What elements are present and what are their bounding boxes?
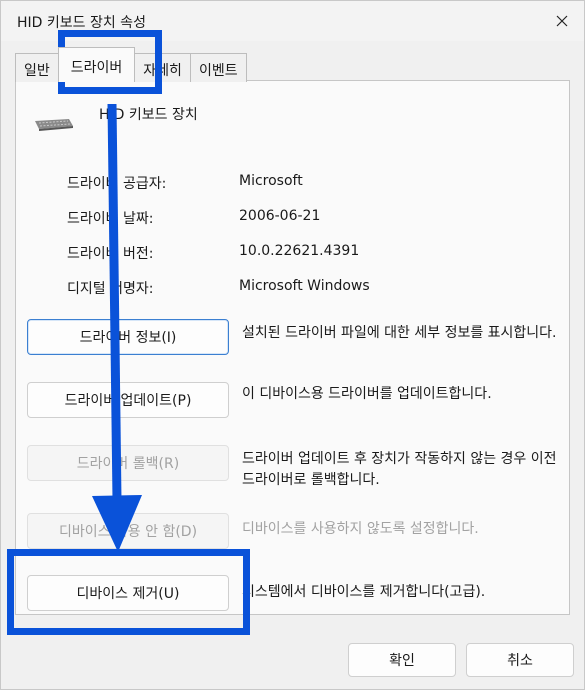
update-driver-desc: 이 디바이스용 드라이버를 업데이트합니다.	[242, 386, 492, 402]
window-title: HID 키보드 장치 속성	[17, 15, 146, 31]
cancel-button[interactable]: 취소	[466, 643, 574, 677]
rollback-driver-button[interactable]: 드라이버 롤백(R)	[27, 445, 229, 481]
tab-events[interactable]: 이벤트	[189, 53, 247, 82]
driver-details-button[interactable]: 드라이버 정보(I)	[27, 319, 229, 355]
digital-signer-value: Microsoft Windows	[239, 278, 370, 294]
tab-strip: 일반 드라이버 자세히 이벤트	[15, 47, 247, 82]
ok-button[interactable]: 확인	[348, 643, 456, 677]
driver-provider-label: 드라이버 공급자:	[67, 176, 167, 192]
device-name: HID 키보드 장치	[99, 107, 198, 123]
close-icon	[556, 15, 568, 27]
driver-version-value: 10.0.22621.4391	[239, 243, 360, 259]
digital-signer-label: 디지털 서명자:	[67, 281, 154, 297]
close-button[interactable]	[548, 9, 576, 33]
keyboard-icon	[35, 119, 73, 131]
driver-provider-value: Microsoft	[239, 173, 303, 189]
properties-dialog: HID 키보드 장치 속성 일반 드라이버 자세히 이벤트 HID 키보드 장치…	[0, 0, 585, 690]
uninstall-device-desc: 시스템에서 디바이스를 제거합니다(고급).	[242, 584, 486, 600]
tab-general[interactable]: 일반	[15, 53, 59, 82]
driver-date-label: 드라이버 날짜:	[67, 211, 154, 227]
rollback-driver-desc: 드라이버 업데이트 후 장치가 작동하지 않는 경우 이전 드라이버로 롤백합니…	[242, 451, 557, 488]
update-driver-button[interactable]: 드라이버 업데이트(P)	[27, 382, 229, 418]
uninstall-device-button[interactable]: 디바이스 제거(U)	[27, 575, 229, 611]
disable-device-button[interactable]: 디바이스 사용 안 함(D)	[27, 513, 229, 549]
disable-device-desc: 디바이스를 사용하지 않도록 설정합니다.	[242, 521, 479, 537]
title-bar: HID 키보드 장치 속성	[1, 1, 584, 41]
driver-date-value: 2006-06-21	[239, 208, 321, 224]
tab-details[interactable]: 자세히	[134, 53, 191, 82]
tab-driver[interactable]: 드라이버	[57, 47, 136, 82]
driver-version-label: 드라이버 버전:	[67, 246, 154, 262]
driver-details-desc: 설치된 드라이버 파일에 대한 세부 정보를 표시합니다.	[242, 325, 557, 341]
